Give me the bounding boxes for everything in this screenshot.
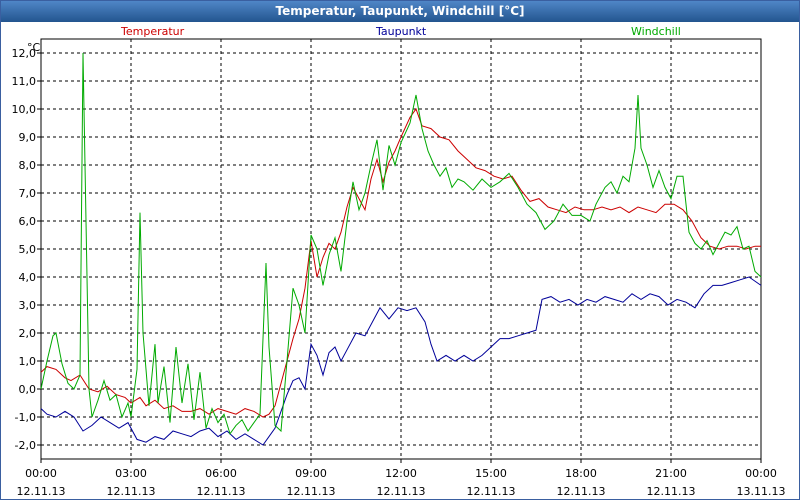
y-tick-label: -2,0 xyxy=(15,439,36,452)
y-tick-label: 7,0 xyxy=(19,187,37,200)
y-axis-label: °C xyxy=(27,41,41,54)
y-tick-label: 10,0 xyxy=(12,103,37,116)
x-tick-date: 12.11.13 xyxy=(197,485,246,498)
window-title: Temperatur, Taupunkt, Windchill [°C] xyxy=(1,1,799,22)
y-tick-label: 5,0 xyxy=(19,243,37,256)
y-tick-label: 0,0 xyxy=(19,383,37,396)
x-tick-time: 09:00 xyxy=(295,467,327,480)
x-tick-date: 12.11.13 xyxy=(557,485,606,498)
x-tick-date: 12.11.13 xyxy=(17,485,66,498)
y-tick-label: 3,0 xyxy=(19,299,37,312)
chart-window: Temperatur, Taupunkt, Windchill [°C] Tem… xyxy=(0,0,800,500)
x-tick-time: 12:00 xyxy=(385,467,417,480)
y-tick-label: 4,0 xyxy=(19,271,37,284)
x-tick-date: 13.11.13 xyxy=(737,485,786,498)
y-tick-label: 11,0 xyxy=(12,75,37,88)
x-tick-date: 12.11.13 xyxy=(377,485,426,498)
x-tick-time: 00:00 xyxy=(25,467,57,480)
y-tick-label: 6,0 xyxy=(19,215,37,228)
x-tick-date: 12.11.13 xyxy=(107,485,156,498)
line-chart: -2,0 -1,0 0,0 1,0 2,0 3,0 4,0 5,0 6,0 7,0 8,0 9,0 10… xyxy=(12,38,786,498)
x-tick-time: 18:00 xyxy=(565,467,597,480)
y-tick-label: 2,0 xyxy=(19,327,37,340)
y-tick-label: 1,0 xyxy=(19,355,37,368)
x-tick-date: 12.11.13 xyxy=(287,485,336,498)
x-tick-date: 12.11.13 xyxy=(467,485,516,498)
x-tick-time: 06:00 xyxy=(205,467,237,480)
x-tick-time: 21:00 xyxy=(655,467,687,480)
x-tick-date: 12.11.13 xyxy=(647,485,696,498)
x-tick-time: 00:00 xyxy=(745,467,777,480)
y-tick-label: 9,0 xyxy=(19,131,37,144)
x-tick-time: 15:00 xyxy=(475,467,507,480)
y-tick-label: 8,0 xyxy=(19,159,37,172)
x-tick-time: 03:00 xyxy=(115,467,147,480)
y-tick-label: -1,0 xyxy=(15,411,36,424)
